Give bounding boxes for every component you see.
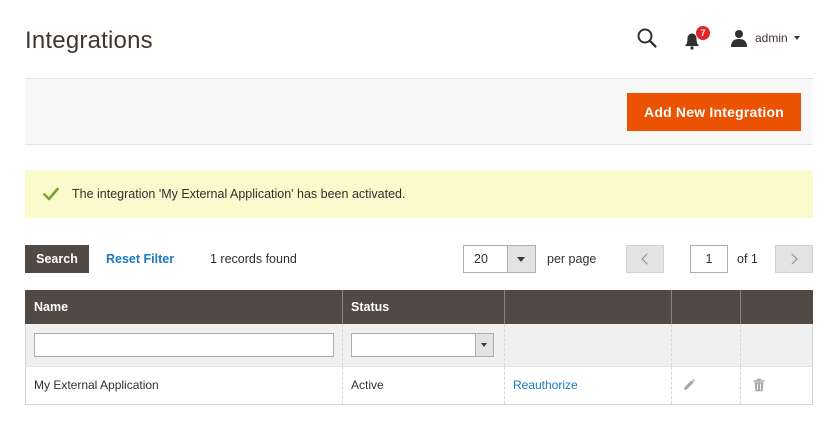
column-header-status[interactable]: Status xyxy=(342,290,505,324)
chevron-left-icon xyxy=(641,253,653,265)
edit-icon[interactable] xyxy=(682,378,696,392)
success-message: The integration 'My External Application… xyxy=(25,170,813,218)
previous-page-button[interactable] xyxy=(626,245,664,273)
user-account-menu[interactable]: admin xyxy=(730,26,800,50)
integration-name: My External Application xyxy=(25,366,343,405)
grid-filter-row xyxy=(25,324,813,367)
filter-cell-status xyxy=(342,324,505,367)
next-page-button[interactable] xyxy=(775,245,813,273)
name-filter-input[interactable] xyxy=(34,332,334,357)
current-page-input[interactable] xyxy=(690,245,728,273)
delete-cell xyxy=(740,366,813,405)
total-pages-label: of 1 xyxy=(737,252,758,266)
header-actions: 7 admin xyxy=(0,24,840,52)
edit-cell xyxy=(671,366,741,405)
column-header-action xyxy=(503,290,672,324)
page-actions-bar: Add New Integration xyxy=(25,78,813,145)
checkmark-icon xyxy=(43,187,59,201)
grid-header-row: Name Status xyxy=(25,290,813,324)
message-text: The integration 'My External Application… xyxy=(72,187,406,201)
grid-toolbar: Search Reset Filter 1 records found 20 p… xyxy=(25,244,813,274)
chevron-down-icon xyxy=(793,36,800,40)
records-found-count: 1 records found xyxy=(210,252,297,266)
filter-cell-empty xyxy=(503,324,672,367)
add-new-integration-button[interactable]: Add New Integration xyxy=(627,93,801,131)
user-name: admin xyxy=(755,31,788,45)
per-page-label: per page xyxy=(547,252,597,266)
chevron-down-icon[interactable] xyxy=(507,246,535,272)
reset-filter-link[interactable]: Reset Filter xyxy=(106,252,174,266)
notification-count-badge: 7 xyxy=(696,26,710,40)
notifications-button[interactable]: 7 xyxy=(683,26,710,50)
user-icon xyxy=(731,30,747,47)
global-search-button[interactable] xyxy=(636,27,658,49)
action-cell: Reauthorize xyxy=(503,366,672,405)
per-page-value: 20 xyxy=(474,252,488,266)
filter-cell-name xyxy=(25,324,343,367)
column-header-edit xyxy=(671,290,741,324)
per-page-select[interactable]: 20 xyxy=(463,245,536,273)
trash-icon[interactable] xyxy=(752,378,766,392)
filter-cell-empty xyxy=(671,324,741,367)
grid-search-button[interactable]: Search xyxy=(25,245,89,273)
integrations-grid: Name Status My External Application Acti… xyxy=(25,290,813,405)
column-header-delete xyxy=(740,290,813,324)
chevron-down-icon xyxy=(475,333,493,356)
search-icon xyxy=(637,28,657,48)
column-header-name[interactable]: Name xyxy=(25,290,343,324)
chevron-right-icon xyxy=(786,253,798,265)
reauthorize-link[interactable]: Reauthorize xyxy=(513,378,578,392)
integration-status: Active xyxy=(342,366,505,405)
table-row: My External Application Active Reauthori… xyxy=(25,366,813,405)
status-filter-select[interactable] xyxy=(351,332,494,357)
filter-cell-empty xyxy=(740,324,813,367)
